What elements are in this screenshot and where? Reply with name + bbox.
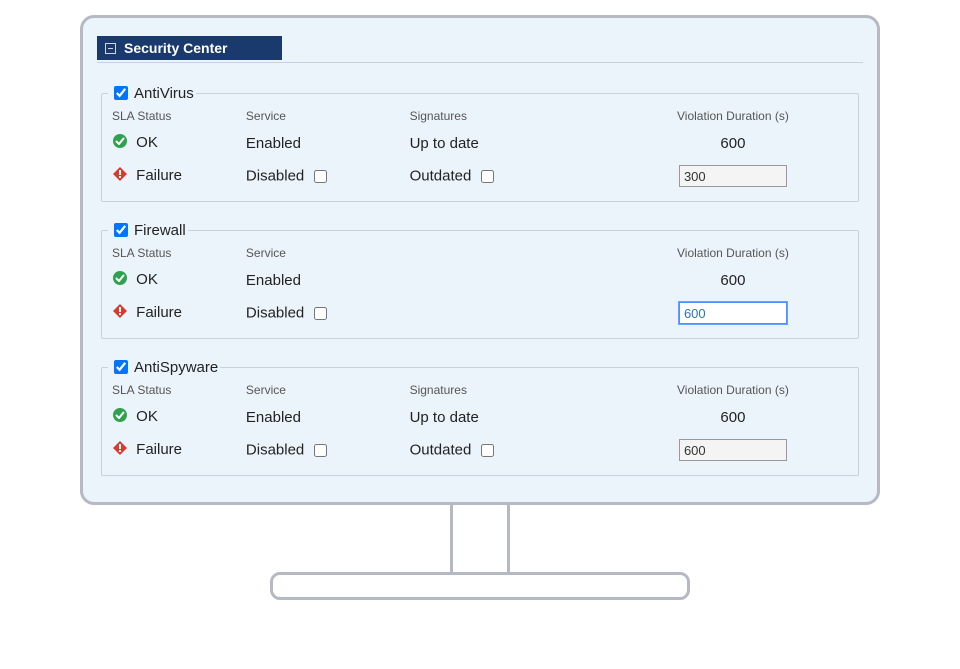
section-firewall: Firewall SLA Status Service Violation Du… [101, 220, 859, 339]
antivirus-enable-checkbox[interactable] [114, 86, 128, 100]
monitor-stand-base [270, 572, 690, 600]
antivirus-ok-service: Enabled [242, 129, 406, 161]
antispyware-disabled-checkbox[interactable] [314, 444, 327, 457]
status-ok-label: OK [136, 408, 158, 425]
section-firewall-legend: Firewall [108, 220, 188, 240]
antivirus-grid: SLA Status Service Signatures Violation … [108, 107, 852, 195]
failure-icon [112, 303, 128, 323]
firewall-grid: SLA Status Service Violation Duration (s… [108, 244, 852, 332]
col-duration-header: Violation Duration (s) [614, 381, 852, 403]
antivirus-ok-signatures: Up to date [406, 129, 614, 161]
antivirus-title: AntiVirus [134, 85, 194, 102]
antivirus-failure-duration-input[interactable] [679, 165, 787, 187]
col-duration-header: Violation Duration (s) [614, 244, 852, 266]
panel-header-row: Security Center [97, 36, 863, 60]
firewall-ok-service: Enabled [242, 266, 406, 298]
antispyware-ok-service: Enabled [242, 403, 406, 435]
firewall-ok-duration: 600 [679, 272, 787, 289]
collapse-icon[interactable] [105, 43, 116, 54]
section-antispyware: AntiSpyware SLA Status Service Signature… [101, 357, 859, 476]
antispyware-ok-duration: 600 [679, 409, 787, 426]
section-antivirus: AntiVirus SLA Status Service Signatures … [101, 83, 859, 202]
firewall-title: Firewall [134, 222, 186, 239]
antispyware-title: AntiSpyware [134, 359, 218, 376]
status-failure-label: Failure [136, 167, 182, 184]
firewall-fail-service: Disabled [246, 304, 304, 321]
antispyware-grid: SLA Status Service Signatures Violation … [108, 381, 852, 469]
antivirus-disabled-checkbox[interactable] [314, 170, 327, 183]
ok-icon [112, 407, 128, 427]
antivirus-fail-signatures: Outdated [410, 167, 472, 184]
firewall-failure-duration-input[interactable] [679, 302, 787, 324]
antispyware-outdated-checkbox[interactable] [481, 444, 494, 457]
panel-title: Security Center [124, 40, 227, 56]
antispyware-row-failure: Failure Disabled Outdated [108, 435, 852, 469]
firewall-row-failure: Failure Disabled [108, 298, 852, 332]
antivirus-ok-duration: 600 [679, 135, 787, 152]
monitor-frame: Security Center AntiVirus SLA Status Ser… [80, 15, 880, 555]
col-sla-header: SLA Status [108, 244, 242, 266]
panel-header[interactable]: Security Center [97, 36, 282, 60]
antispyware-fail-signatures: Outdated [410, 441, 472, 458]
antispyware-enable-checkbox[interactable] [114, 360, 128, 374]
antivirus-row-failure: Failure Disabled Outdated [108, 161, 852, 195]
col-duration-header: Violation Duration (s) [614, 107, 852, 129]
col-signatures-header: Signatures [406, 107, 614, 129]
antispyware-failure-duration-input[interactable] [679, 439, 787, 461]
antivirus-fail-service: Disabled [246, 167, 304, 184]
status-ok-label: OK [136, 271, 158, 288]
antivirus-row-ok: OK Enabled Up to date 600 [108, 129, 852, 161]
col-service-header: Service [242, 244, 406, 266]
failure-icon [112, 166, 128, 186]
col-service-header: Service [242, 107, 406, 129]
firewall-enable-checkbox[interactable] [114, 223, 128, 237]
status-ok-label: OK [136, 134, 158, 151]
screen: Security Center AntiVirus SLA Status Ser… [80, 15, 880, 505]
ok-icon [112, 270, 128, 290]
section-antivirus-legend: AntiVirus [108, 83, 196, 103]
col-sla-header: SLA Status [108, 107, 242, 129]
ok-icon [112, 133, 128, 153]
failure-icon [112, 440, 128, 460]
sections-container: AntiVirus SLA Status Service Signatures … [97, 63, 863, 476]
col-spacer [406, 244, 614, 266]
col-sla-header: SLA Status [108, 381, 242, 403]
firewall-disabled-checkbox[interactable] [314, 307, 327, 320]
antispyware-fail-service: Disabled [246, 441, 304, 458]
antispyware-row-ok: OK Enabled Up to date 600 [108, 403, 852, 435]
firewall-row-ok: OK Enabled 600 [108, 266, 852, 298]
status-failure-label: Failure [136, 304, 182, 321]
antivirus-outdated-checkbox[interactable] [481, 170, 494, 183]
col-signatures-header: Signatures [406, 381, 614, 403]
status-failure-label: Failure [136, 441, 182, 458]
col-service-header: Service [242, 381, 406, 403]
antispyware-ok-signatures: Up to date [406, 403, 614, 435]
monitor-stand-neck [450, 505, 510, 575]
section-antispyware-legend: AntiSpyware [108, 357, 220, 377]
